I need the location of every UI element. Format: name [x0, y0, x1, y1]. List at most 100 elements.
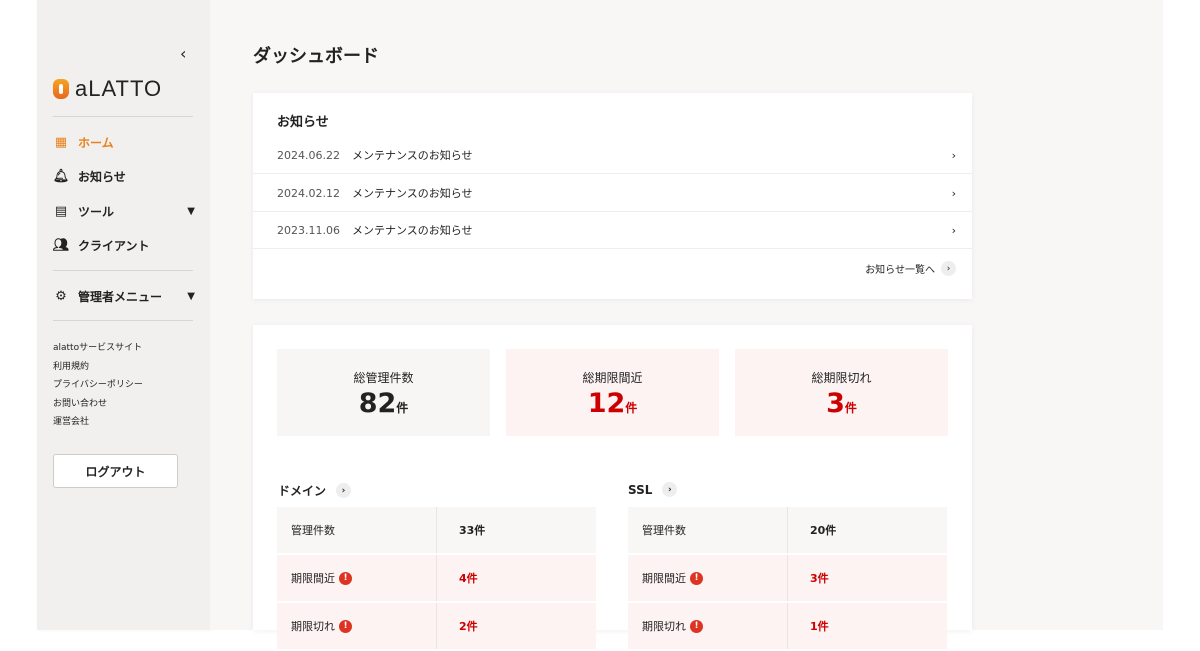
- table-row: 管理件数 20件: [628, 507, 947, 555]
- row-label: 期限間近: [642, 572, 686, 585]
- row-label: 期限切れ: [642, 620, 686, 633]
- chevron-down-icon: ▼: [187, 205, 195, 217]
- stat-expired: 総期限切れ 3件: [735, 349, 948, 436]
- logo-icon: [53, 79, 69, 99]
- toolbox-icon: ▤: [54, 203, 68, 219]
- alert-icon: !: [339, 571, 352, 585]
- nav-label: クライアント: [78, 238, 150, 253]
- chevron-right-icon: ›: [951, 148, 956, 162]
- link-privacy[interactable]: プライバシーポリシー: [53, 376, 143, 395]
- stats-card: 総管理件数 82件 総期限間近 12件 総期限切れ 3件 ドメイン › 管理件数 33件 …: [253, 325, 972, 651]
- chevron-right-icon: ›: [951, 223, 956, 237]
- row-label-cell: 期限間近!: [628, 555, 788, 601]
- stat-number: 82: [358, 388, 397, 419]
- news-date: 2024.02.12: [277, 186, 340, 200]
- news-item[interactable]: 2024.06.22 メンテナンスのお知らせ ›: [253, 137, 972, 174]
- nav-tools[interactable]: ▤ ツール ▼: [53, 201, 195, 221]
- alert-icon: !: [690, 619, 703, 633]
- news-item-title: メンテナンスのお知らせ: [352, 224, 473, 237]
- nav-admin-menu[interactable]: ⚙ 管理者メニュー ▼: [53, 286, 195, 306]
- stat-number: 12: [587, 388, 626, 419]
- stat-label: 総期限間近: [582, 371, 643, 385]
- nav-label: ホーム: [78, 135, 114, 150]
- stat-value: 12件: [506, 388, 719, 419]
- news-date: 2023.11.06: [277, 223, 340, 237]
- row-value: 3件: [810, 572, 829, 585]
- news-card: お知らせ 2024.06.22 メンテナンスのお知らせ › 2024.02.12 メン…: [253, 93, 972, 299]
- news-item[interactable]: 2023.11.06 メンテナンスのお知らせ ›: [253, 212, 972, 249]
- divider: [53, 116, 193, 117]
- row-value: 20件: [810, 524, 837, 537]
- table-row: 管理件数 33件: [277, 507, 596, 555]
- news-item-title: メンテナンスのお知らせ: [352, 149, 473, 162]
- page-title: ダッシュボード: [253, 46, 379, 67]
- news-date: 2024.06.22: [277, 148, 340, 162]
- divider: [53, 270, 193, 271]
- stat-unit: 件: [396, 401, 409, 415]
- stat-unit: 件: [625, 401, 638, 415]
- row-label: 期限間近: [291, 572, 335, 585]
- section-title: ドメイン: [278, 484, 327, 498]
- news-list-label: お知らせ一覧へ: [865, 265, 935, 276]
- row-value: 33件: [459, 524, 486, 537]
- nav-home[interactable]: ▦ ホーム: [53, 132, 195, 152]
- logo[interactable]: aLATTO: [53, 76, 162, 102]
- row-value: 2件: [459, 620, 478, 633]
- row-label: 管理件数: [628, 507, 788, 553]
- row-label-cell: 期限切れ!: [277, 603, 437, 649]
- domain-table: 管理件数 33件 期限間近! 4件 期限切れ! 2件: [277, 507, 596, 651]
- divider: [53, 320, 193, 321]
- chevron-right-icon: ›: [951, 186, 956, 200]
- ssl-table: 管理件数 20件 期限間近! 3件 期限切れ! 1件: [628, 507, 947, 651]
- logout-button[interactable]: ログアウト: [53, 454, 178, 488]
- link-terms[interactable]: 利用規約: [53, 358, 143, 377]
- nav-label: ツール: [78, 204, 115, 219]
- sidebar: ‹ aLATTO ▦ ホーム 🔔︎ お知らせ ▤ ツール ▼ 👥︎ クライアント ⚙ 管理者…: [37, 0, 210, 630]
- main-content: ダッシュボード お知らせ 2024.06.22 メンテナンスのお知らせ › 2024…: [210, 0, 1163, 651]
- row-label: 管理件数: [277, 507, 437, 553]
- stat-unit: 件: [844, 401, 857, 415]
- alert-icon: !: [339, 619, 352, 633]
- table-row: 期限切れ! 1件: [628, 603, 947, 651]
- stat-value: 3件: [735, 388, 948, 419]
- collapse-sidebar-button[interactable]: ‹: [180, 44, 186, 63]
- row-label: 期限切れ: [291, 620, 335, 633]
- nav-clients[interactable]: 👥︎ クライアント: [53, 235, 195, 255]
- stat-total: 総管理件数 82件: [277, 349, 490, 436]
- table-row: 期限間近! 3件: [628, 555, 947, 603]
- bell-icon: 🔔︎: [52, 168, 70, 184]
- news-item-title: メンテナンスのお知らせ: [352, 187, 473, 200]
- ssl-section-link[interactable]: SSL ›: [628, 482, 678, 497]
- dashboard-icon: ▦: [54, 134, 68, 150]
- chevron-right-icon: ›: [941, 261, 956, 276]
- nav-news[interactable]: 🔔︎ お知らせ: [53, 166, 195, 186]
- chevron-down-icon: ▼: [187, 290, 195, 302]
- news-list-link[interactable]: お知らせ一覧へ ›: [865, 261, 956, 276]
- section-title: SSL: [628, 482, 653, 497]
- alert-icon: !: [690, 571, 703, 585]
- domain-section-link[interactable]: ドメイン ›: [278, 482, 352, 499]
- nav-label: お知らせ: [78, 169, 126, 184]
- chevron-right-icon: ›: [336, 483, 352, 498]
- user-gear-icon: ⚙: [55, 288, 67, 304]
- chevron-right-icon: ›: [662, 482, 678, 497]
- link-service-site[interactable]: alattoサービスサイト: [53, 339, 143, 358]
- link-contact[interactable]: お問い合わせ: [53, 395, 143, 414]
- row-value: 4件: [459, 572, 478, 585]
- stat-label: 総期限切れ: [811, 371, 872, 385]
- news-item[interactable]: 2024.02.12 メンテナンスのお知らせ ›: [253, 175, 972, 212]
- users-icon: 👥︎: [52, 237, 70, 253]
- stat-number: 3: [826, 388, 845, 419]
- link-company[interactable]: 運営会社: [53, 413, 143, 432]
- row-value: 1件: [810, 620, 829, 633]
- footer-links: alattoサービスサイト 利用規約 プライバシーポリシー お問い合わせ 運営会…: [53, 339, 143, 432]
- stat-expiring: 総期限間近 12件: [506, 349, 719, 436]
- row-label-cell: 期限切れ!: [628, 603, 788, 649]
- news-title: お知らせ: [277, 115, 329, 130]
- row-label-cell: 期限間近!: [277, 555, 437, 601]
- table-row: 期限切れ! 2件: [277, 603, 596, 651]
- stat-label: 総管理件数: [353, 371, 414, 385]
- stat-value: 82件: [277, 388, 490, 419]
- nav-label: 管理者メニュー: [78, 289, 163, 304]
- table-row: 期限間近! 4件: [277, 555, 596, 603]
